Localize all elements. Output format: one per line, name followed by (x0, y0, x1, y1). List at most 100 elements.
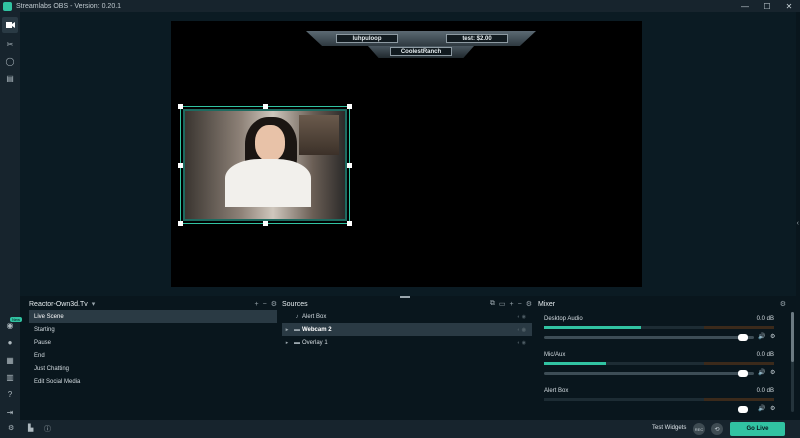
source-item[interactable]: ♪ Alert Box ◐ ◉ (282, 310, 532, 323)
cloudbot-nav-button[interactable]: ● (2, 334, 18, 350)
webcam-person-face (255, 125, 285, 161)
source-visibility-icon[interactable]: ◐ ◉ (517, 314, 526, 320)
replay-buffer-button[interactable]: ⟲ (711, 423, 723, 435)
mixer-channel: Desktop Audio 0.0 dB 🔊 ⚙ (538, 310, 786, 346)
logout-nav-button[interactable]: ⇥ (2, 404, 18, 420)
mixer-header: Mixer ⚙ (538, 298, 786, 310)
speaker-icon[interactable]: 🔊 (758, 369, 765, 376)
close-button[interactable]: ✕ (778, 0, 800, 12)
source-settings-icon[interactable]: ⚙ (526, 300, 532, 308)
channel-name: Mic/Aux (544, 352, 566, 358)
scene-collection-name[interactable]: Reactor-Own3d.Tv (29, 301, 88, 308)
volume-slider-knob[interactable] (738, 406, 748, 413)
store-nav-button[interactable]: ▤ (2, 70, 18, 86)
sources-title: Sources (282, 300, 308, 308)
add-source-button[interactable]: + (510, 301, 514, 308)
resize-handle-sw[interactable] (178, 221, 183, 226)
test-widgets-button[interactable]: Test Widgets (652, 425, 686, 431)
logout-icon: ⇥ (6, 407, 14, 417)
source-visibility-icon[interactable]: ◐ ◉ (517, 340, 526, 346)
chevron-right-icon[interactable]: ▸ (282, 340, 292, 346)
chevron-right-icon[interactable]: ▸ (282, 327, 292, 333)
scene-item[interactable]: Edit Social Media (29, 375, 277, 388)
mixer-scrollbar-thumb[interactable] (791, 312, 794, 362)
overlay-banner[interactable]: luhpuloop test: $2.00 CoolestRanch (306, 31, 536, 59)
record-button[interactable]: REC (693, 423, 705, 435)
mixer-channel: Alert Box 0.0 dB 🔊 ⚙ (538, 382, 786, 418)
bell-icon: ♪ (295, 313, 299, 320)
webcam-person-body (225, 159, 311, 207)
webcam-source-selection[interactable] (178, 104, 352, 226)
scene-item[interactable]: End (29, 349, 277, 362)
resize-handle-s[interactable] (263, 221, 268, 226)
dashboard-nav-button[interactable]: ◉ (2, 317, 18, 333)
source-item[interactable]: ▸ ▬ Overlay 1 ◐ ◉ (282, 336, 532, 349)
scene-settings-button[interactable]: ⚙ (271, 300, 277, 308)
add-scene-button[interactable]: + (255, 301, 259, 308)
columns-icon: ▥ (6, 372, 14, 382)
channel-db: 0.0 dB (756, 388, 774, 394)
resize-handle-n[interactable] (263, 104, 268, 109)
mixer-channel: Mic/Aux 0.0 dB 🔊 ⚙ (538, 346, 786, 382)
channel-db: 0.0 dB (756, 316, 774, 322)
preview-canvas[interactable]: luhpuloop test: $2.00 CoolestRanch (171, 21, 642, 287)
help-nav-button[interactable]: ? (2, 386, 18, 402)
resize-handle-ne[interactable] (347, 104, 352, 109)
scene-item[interactable]: Starting (29, 323, 277, 336)
maximize-button[interactable]: ☐ (756, 0, 778, 12)
mixer-settings-icon[interactable]: ⚙ (780, 300, 786, 308)
sources-list: ♪ Alert Box ◐ ◉ ▸ ▬ Webcam 2 ◐ ◉ ▸ ▬ Ove… (282, 310, 532, 420)
speaker-icon[interactable]: 🔊 (758, 405, 765, 412)
scenes-header: Reactor-Own3d.Tv ▾ + − ⚙ (29, 298, 277, 310)
source-item[interactable]: ▸ ▬ Webcam 2 ◐ ◉ (282, 323, 532, 336)
add-folder-icon[interactable]: ▭ (499, 300, 506, 308)
channel-name: Desktop Audio (544, 316, 583, 322)
editor-nav-button[interactable] (2, 17, 18, 33)
resize-handle-nw[interactable] (178, 104, 183, 109)
app-window: Streamlabs OBS - Version: 0.20.1 — ☐ ✕ ✂… (0, 0, 800, 438)
volume-meter (544, 362, 774, 365)
gear-icon[interactable]: ⚙ (770, 333, 775, 340)
resize-handle-w[interactable] (178, 163, 183, 168)
side-nav: ✂ ◯ ▤ New ◉ ● ▦ ▥ ? ⇥ (0, 12, 23, 438)
channel-db: 0.0 dB (756, 352, 774, 358)
gear-icon[interactable]: ⚙ (770, 405, 775, 412)
chevron-down-icon[interactable]: ▾ (92, 300, 96, 308)
scene-item[interactable]: Just Chatting (29, 362, 277, 375)
webcam-shelf (299, 115, 339, 155)
settings-gear-icon[interactable]: ⚙ (8, 424, 14, 432)
layout-nav-button[interactable]: ▥ (2, 369, 18, 385)
remove-source-button[interactable]: − (518, 301, 522, 308)
go-live-button[interactable]: Go Live (730, 422, 785, 436)
gear-icon[interactable]: ⚙ (770, 369, 775, 376)
volume-slider[interactable] (544, 336, 754, 339)
apps-grid-icon: ▦ (6, 355, 14, 365)
help-icon: ? (7, 389, 13, 399)
performance-stats-icon[interactable]: ▙ (28, 424, 33, 432)
webcam-frame (183, 109, 347, 221)
source-visibility-icon[interactable]: ◐ ◉ (517, 327, 526, 333)
search-icon: ◯ (5, 56, 15, 66)
window-title: Streamlabs OBS - Version: 0.20.1 (16, 2, 122, 10)
collapse-panel-arrow-icon[interactable]: ‹ (797, 220, 799, 227)
volume-slider[interactable] (544, 372, 754, 375)
resize-handle-e[interactable] (347, 163, 352, 168)
themes-nav-button[interactable]: ✂ (2, 36, 18, 52)
volume-slider-knob[interactable] (738, 370, 748, 377)
volume-slider-knob[interactable] (738, 334, 748, 341)
scene-item[interactable]: Live Scene (29, 310, 277, 323)
scene-item[interactable]: Pause (29, 336, 277, 349)
source-filter-icon[interactable]: ⧉ (490, 300, 495, 308)
window-controls: — ☐ ✕ (734, 0, 800, 12)
channel-name: Alert Box (544, 388, 569, 394)
source-label: Overlay 1 (302, 339, 328, 346)
info-icon[interactable]: ⓘ (44, 424, 51, 434)
apps-nav-button[interactable]: ▦ (2, 352, 18, 368)
studio-preview: luhpuloop test: $2.00 CoolestRanch ‹ (20, 12, 799, 296)
speaker-icon[interactable]: 🔊 (758, 333, 765, 340)
remove-scene-button[interactable]: − (263, 301, 267, 308)
minimize-button[interactable]: — (734, 0, 756, 12)
library-nav-button[interactable]: ◯ (2, 53, 18, 69)
resize-handle-se[interactable] (347, 221, 352, 226)
store-icon: ▤ (6, 73, 14, 83)
